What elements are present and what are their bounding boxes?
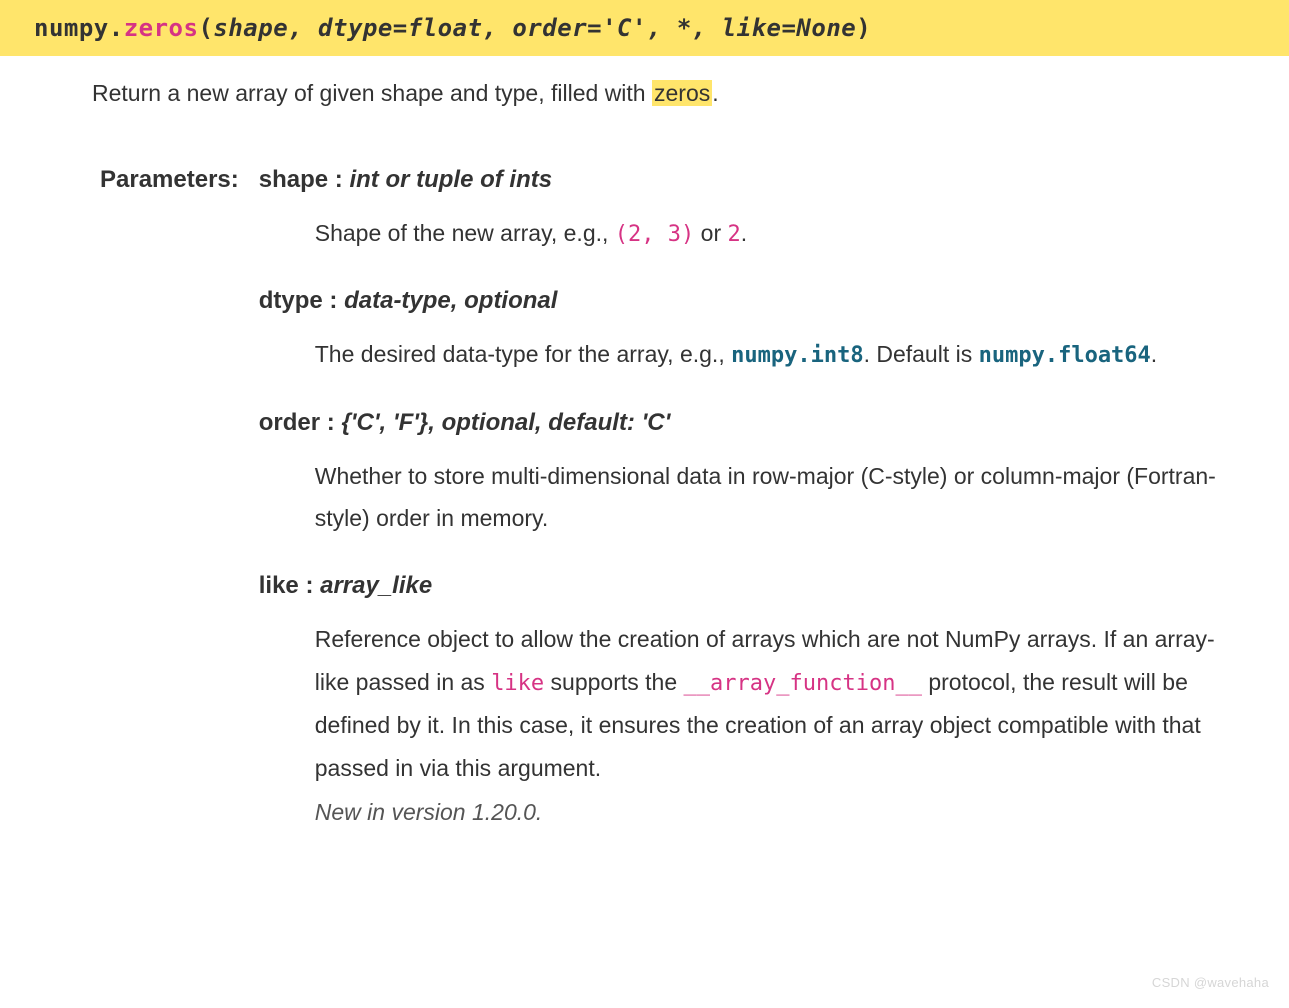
signature-name: zeros bbox=[124, 14, 199, 42]
description-highlight: zeros bbox=[652, 80, 712, 106]
parameters-body: shape : int or tuple of ints Shape of th… bbox=[259, 166, 1289, 866]
param-like-code2: __array_function__ bbox=[684, 671, 922, 696]
param-shape: shape : int or tuple of ints Shape of th… bbox=[259, 166, 1219, 256]
param-shape-sep: : bbox=[328, 166, 349, 193]
param-dtype-desc-pre: The desired data-type for the array, e.g… bbox=[315, 341, 731, 367]
param-dtype-name: dtype bbox=[259, 287, 323, 314]
param-order-type: {'C', 'F'}, optional, default: 'C' bbox=[341, 409, 670, 436]
param-dtype-desc-post: . bbox=[1151, 341, 1157, 367]
param-order-sep: : bbox=[320, 409, 341, 436]
param-dtype-sep: : bbox=[323, 287, 344, 314]
function-signature: numpy.zeros(shape, dtype=float, order='C… bbox=[0, 0, 1289, 56]
param-shape-desc-mid: or bbox=[694, 220, 727, 246]
param-like-desc-mid: supports the bbox=[544, 669, 683, 695]
function-description: Return a new array of given shape and ty… bbox=[0, 56, 1289, 111]
param-shape-header: shape : int or tuple of ints bbox=[259, 166, 1219, 194]
param-shape-desc-pre: Shape of the new array, e.g., bbox=[315, 220, 615, 246]
param-shape-desc: Shape of the new array, e.g., (2, 3) or … bbox=[259, 212, 1219, 256]
param-shape-name: shape bbox=[259, 166, 328, 193]
param-like-versionadded: New in version 1.20.0. bbox=[315, 791, 1219, 834]
param-like-header: like : array_like bbox=[259, 572, 1219, 600]
param-order: order : {'C', 'F'}, optional, default: '… bbox=[259, 409, 1219, 540]
parameters-section: Parameters: shape : int or tuple of ints… bbox=[0, 111, 1289, 866]
description-text-post: . bbox=[712, 80, 718, 106]
param-dtype-code1[interactable]: numpy.int8 bbox=[731, 343, 863, 368]
param-like: like : array_like Reference object to al… bbox=[259, 572, 1219, 834]
signature-params: shape, dtype=float, order='C', *, like=N… bbox=[213, 14, 856, 42]
signature-close-paren: ) bbox=[856, 14, 871, 42]
param-order-desc: Whether to store multi-dimensional data … bbox=[259, 455, 1219, 540]
description-text-pre: Return a new array of given shape and ty… bbox=[92, 80, 652, 106]
param-like-type: array_like bbox=[320, 572, 432, 599]
param-like-code1: like bbox=[491, 671, 544, 696]
param-like-name: like bbox=[259, 572, 299, 599]
param-shape-type: int or tuple of ints bbox=[349, 166, 552, 193]
param-order-name: order bbox=[259, 409, 320, 436]
param-dtype-header: dtype : data-type, optional bbox=[259, 287, 1219, 315]
param-like-sep: : bbox=[299, 572, 320, 599]
param-dtype-desc: The desired data-type for the array, e.g… bbox=[259, 333, 1219, 377]
param-like-desc: Reference object to allow the creation o… bbox=[259, 618, 1219, 834]
param-dtype: dtype : data-type, optional The desired … bbox=[259, 287, 1219, 377]
doc-container: numpy.zeros(shape, dtype=float, order='C… bbox=[0, 0, 1289, 866]
param-dtype-type: data-type, optional bbox=[344, 287, 557, 314]
param-order-header: order : {'C', 'F'}, optional, default: '… bbox=[259, 409, 1219, 437]
param-shape-code1: (2, 3) bbox=[615, 222, 694, 247]
param-dtype-code2[interactable]: numpy.float64 bbox=[979, 343, 1151, 368]
signature-prename: numpy. bbox=[34, 14, 124, 42]
parameters-label: Parameters: bbox=[100, 166, 259, 866]
param-shape-desc-post: . bbox=[741, 220, 747, 246]
param-dtype-desc-mid: . Default is bbox=[864, 341, 979, 367]
watermark: CSDN @wavehaha bbox=[1152, 975, 1269, 990]
signature-open-paren: ( bbox=[198, 14, 213, 42]
param-shape-code2: 2 bbox=[728, 222, 741, 247]
